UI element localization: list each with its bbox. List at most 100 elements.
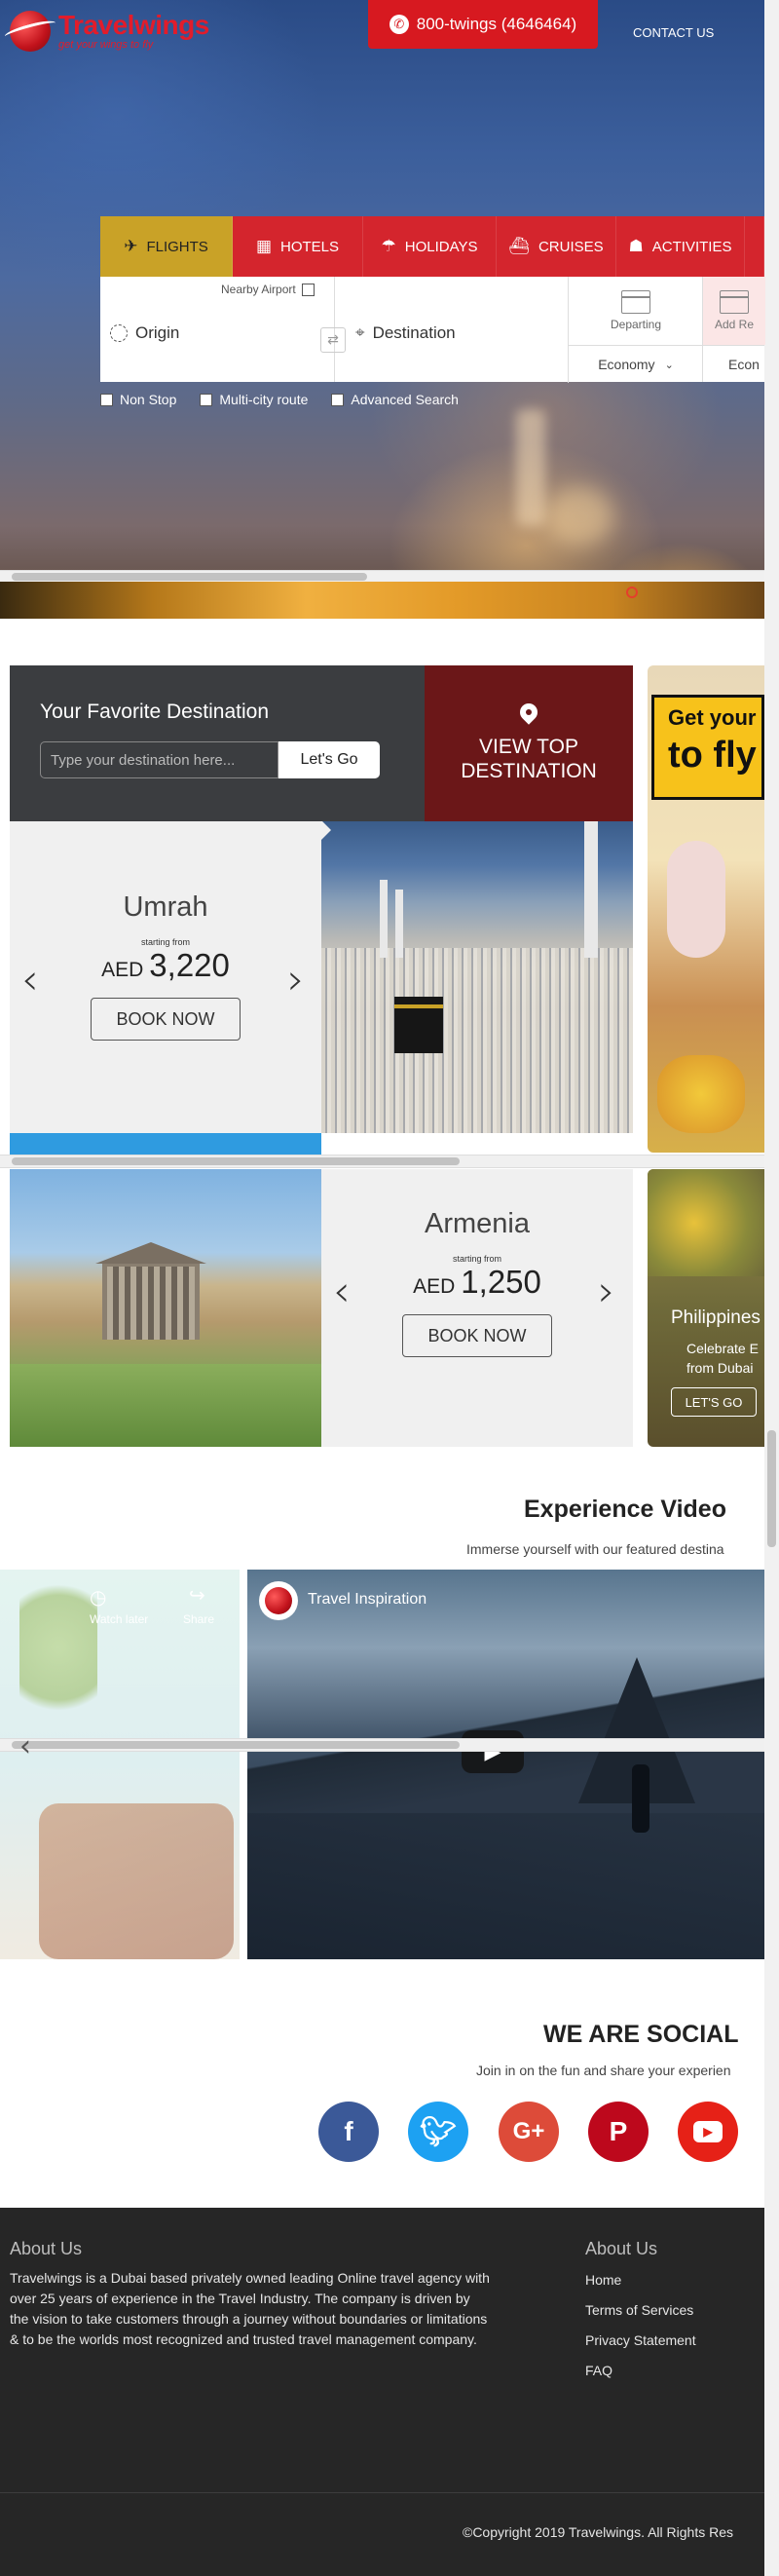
non-stop-option[interactable]: Non Stop [100,392,176,407]
flowers-decoration [657,1055,745,1133]
contact-us-link[interactable]: CONTACT US [633,25,714,40]
video-thumbnail-left[interactable]: ◷ Watch later ↪ Share [0,1570,240,1959]
lets-go-button[interactable]: Let's Go [278,741,380,778]
side-card-cta-button[interactable]: LET'S GO [671,1387,757,1417]
footer-link-faq[interactable]: FAQ [585,2363,612,2378]
scrollbar-thumb[interactable] [12,1741,460,1749]
temple-columns [107,1267,195,1340]
phone-button[interactable]: ✆ 800-twings (4646464) [368,0,598,49]
multi-city-option[interactable]: Multi-city route [200,392,308,407]
armenia-temple-image [10,1169,321,1447]
cabin-class-value: Econ [728,356,760,372]
departing-label: Departing [610,318,662,331]
phone-label: 800-twings (4646464) [416,15,577,33]
copyright-text: ©Copyright 2019 Travelwings. All Rights … [463,2524,733,2540]
destination-card-umrah[interactable]: Umrah starting from AED 3,220 BOOK NOW [10,821,321,1133]
rock-decoration [39,1803,234,1959]
cabin-class-select-2[interactable]: Econ [702,345,764,382]
location-target-icon [110,324,128,342]
play-icon[interactable]: ▶ [462,1730,524,1773]
hero-light-decoration [545,487,613,546]
checkbox[interactable] [331,393,345,406]
destination-input[interactable]: ⌖ Destination [355,323,456,343]
scrollbar-thumb[interactable] [12,573,367,581]
brand-logo[interactable]: Travelwings get your wings to fly [10,6,209,57]
tab-label: HOTELS [280,238,340,255]
footer: About Us Travelwings is a Dubai based pr… [0,2208,764,2576]
share-icon[interactable]: ↪ [189,1583,205,1607]
google-plus-icon[interactable]: G+ [499,2102,559,2162]
checkbox[interactable] [200,393,213,406]
chevron-left-icon[interactable]: ‹ [333,1267,351,1316]
swap-icon[interactable]: ⇄ [320,327,346,353]
phone-icon: ✆ [389,15,409,34]
cabin-class-select[interactable]: Economy ⌄ [568,345,703,383]
book-now-button[interactable]: BOOK NOW [402,1314,552,1357]
tab-flights[interactable]: ✈ FLIGHTS [100,216,233,277]
grass [10,1364,321,1447]
page-scrollbar[interactable] [764,0,779,2576]
tab-holidays[interactable]: ☂ HOLIDAYS [363,216,497,277]
chevron-right-icon[interactable]: › [287,955,305,1004]
search-options: Non Stop Multi-city route Advanced Searc… [100,392,459,407]
promo-card[interactable]: Get your to fly [648,665,764,1153]
tab-more[interactable] [745,216,764,277]
advanced-search-option[interactable]: Advanced Search [331,392,459,407]
promo-banner: Get your to fly [651,695,764,800]
tab-activities[interactable]: ☗ ACTIVITIES [616,216,745,277]
plane-icon: ✈ [124,237,138,255]
chevron-right-icon[interactable]: › [598,1267,615,1316]
option-label: Non Stop [120,392,177,407]
footer-link-terms[interactable]: Terms of Services [585,2302,693,2318]
pinterest-icon[interactable]: P [588,2102,649,2162]
scrollbar-thumb[interactable] [12,1157,460,1165]
tab-label: FLIGHTS [146,238,208,255]
tab-hotels[interactable]: ▦ HOTELS [233,216,363,277]
option-label: Advanced Search [351,392,459,407]
nearby-airport-toggle[interactable]: Nearby Airport [221,283,315,296]
destination-search-input[interactable]: Type your destination here... [40,741,278,778]
book-now-button[interactable]: BOOK NOW [91,998,241,1041]
checkbox[interactable] [100,393,113,406]
twitter-icon[interactable]: 🐦︎ [408,2102,468,2162]
page-scrollbar-thumb[interactable] [767,1430,776,1547]
clock-icon[interactable]: ◷ [90,1585,106,1609]
favorite-destination-title: Your Favorite Destination [40,701,270,723]
view-top-line2: DESTINATION [461,760,597,782]
video-horizontal-scrollbar[interactable] [0,1738,764,1752]
globe-wings-icon [265,1587,292,1614]
currency: AED [413,1275,456,1298]
minaret-shape [395,890,403,958]
side-card-title: Philippines [671,1307,760,1328]
footer-link-privacy[interactable]: Privacy Statement [585,2332,696,2348]
kaaba-band [394,1004,443,1008]
add-return-field[interactable]: Add Re [702,277,765,345]
experience-video-title: Experience Video [524,1496,726,1523]
chevron-left-icon[interactable]: ‹ [21,955,39,1004]
social-subtitle: Join in on the fun and share your experi… [476,2063,731,2078]
flowers-decoration [648,1169,764,1276]
video-player-main[interactable]: Travel Inspiration ▶ [247,1570,764,1959]
footer-link-home[interactable]: Home [585,2272,621,2288]
video-title[interactable]: Travel Inspiration [308,1591,427,1609]
carousel-dot[interactable] [626,587,638,598]
departing-date-field[interactable]: Departing [568,277,703,345]
destination-card-armenia[interactable]: Armenia starting from AED 1,250 BOOK NOW [321,1169,633,1447]
mountain-front [247,1813,764,1959]
price-value: 3,220 [149,947,230,983]
origin-input[interactable]: Origin [110,323,179,343]
view-top-destination-button[interactable]: VIEW TOP DESTINATION [425,665,633,821]
tab-cruises[interactable]: ⛴ CRUISES [497,216,616,277]
footer-divider [0,2492,764,2493]
cards-horizontal-scrollbar[interactable] [0,1155,764,1168]
facebook-icon[interactable]: f [318,2102,379,2162]
philippines-card[interactable]: Philippines Celebrate E from Dubai LET'S… [648,1169,764,1447]
chevron-left-icon[interactable]: ‹ [19,1729,31,1763]
channel-avatar[interactable] [259,1581,298,1620]
footer-about-title: About Us [10,2239,83,2258]
youtube-play-glyph: ▶ [693,2121,723,2142]
nearby-airport-checkbox[interactable] [301,283,315,296]
price: AED 3,220 [101,947,230,984]
favorite-destination-panel: Your Favorite Destination Type your dest… [10,665,633,821]
youtube-icon[interactable]: ▶ [678,2102,738,2162]
